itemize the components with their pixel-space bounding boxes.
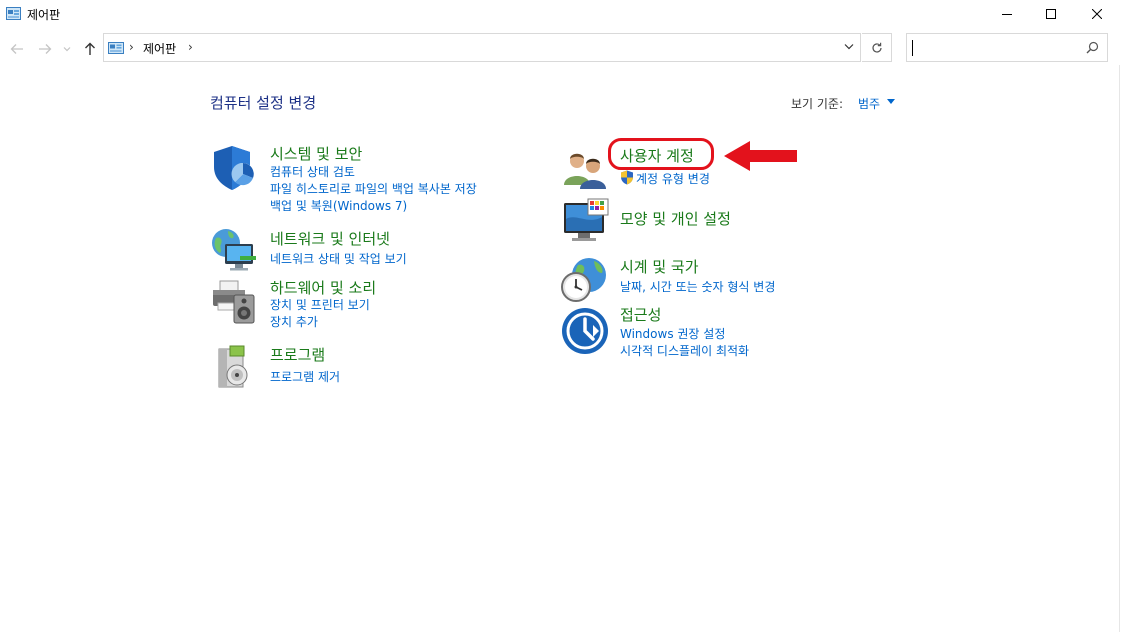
link-change-date-time-number-formats[interactable]: 날짜, 시간 또는 숫자 형식 변경 xyxy=(620,278,775,295)
annotation-highlight-ring xyxy=(608,138,714,170)
arrow-up-icon xyxy=(85,42,95,55)
control-panel-icon xyxy=(6,7,21,20)
page-title: 컴퓨터 설정 변경 xyxy=(210,94,317,112)
printer-speaker-icon[interactable] xyxy=(210,277,260,327)
link-file-history-backup[interactable]: 파일 히스토리로 파일의 백업 복사본 저장 xyxy=(270,180,477,197)
text-caret xyxy=(912,40,913,56)
link-uninstall-program[interactable]: 프로그램 제거 xyxy=(270,368,340,385)
window-edge xyxy=(1119,65,1120,632)
address-bar[interactable]: › 제어판 › xyxy=(103,33,861,62)
link-optimize-visual-display[interactable]: 시각적 디스플레이 최적화 xyxy=(620,342,749,359)
arrow-right-icon xyxy=(39,44,52,54)
category-programs[interactable]: 프로그램 xyxy=(270,344,325,365)
refresh-icon xyxy=(871,42,882,53)
link-add-device[interactable]: 장치 추가 xyxy=(270,313,318,330)
maximize-button[interactable] xyxy=(1028,0,1074,28)
minimize-icon xyxy=(1002,14,1012,15)
annotation-arrow-icon xyxy=(724,141,797,171)
link-review-computer-status[interactable]: 컴퓨터 상태 검토 xyxy=(270,163,355,180)
network-globe-icon[interactable] xyxy=(210,226,260,276)
uac-shield-icon xyxy=(621,170,633,185)
chevron-down-icon[interactable] xyxy=(844,43,854,50)
monitor-palette-icon[interactable] xyxy=(560,197,610,247)
view-by-dropdown[interactable]: 범주 xyxy=(858,95,880,112)
recent-locations-button[interactable] xyxy=(60,40,74,58)
back-button[interactable] xyxy=(8,40,26,58)
close-button[interactable] xyxy=(1074,0,1120,28)
view-by-label: 보기 기준: xyxy=(791,97,844,111)
forward-button[interactable] xyxy=(36,40,54,58)
up-button[interactable] xyxy=(81,40,99,58)
category-network-internet[interactable]: 네트워크 및 인터넷 xyxy=(270,228,390,249)
title-bar: 제어판 xyxy=(0,0,1122,28)
search-icon[interactable] xyxy=(1086,41,1099,54)
navigation-bar: › 제어판 › xyxy=(0,33,1122,65)
chevron-down-icon xyxy=(63,47,71,52)
link-change-account-type[interactable]: 계정 유형 변경 xyxy=(636,170,710,187)
chevron-right-icon[interactable]: › xyxy=(188,40,193,54)
link-backup-restore-win7[interactable]: 백업 및 복원(Windows 7) xyxy=(270,197,407,214)
program-box-icon[interactable] xyxy=(210,343,260,393)
shield-icon[interactable] xyxy=(210,143,260,193)
user-accounts-icon[interactable] xyxy=(560,145,610,195)
window-title: 제어판 xyxy=(27,8,61,22)
minimize-button[interactable] xyxy=(984,0,1030,28)
link-network-status-tasks[interactable]: 네트워크 상태 및 작업 보기 xyxy=(270,250,407,267)
arrow-left-icon xyxy=(10,44,23,54)
link-windows-recommended-settings[interactable]: Windows 권장 설정 xyxy=(620,325,725,342)
clock-globe-icon[interactable] xyxy=(560,255,610,305)
accessibility-icon[interactable] xyxy=(560,306,610,356)
close-icon xyxy=(1092,9,1102,19)
refresh-button[interactable] xyxy=(862,33,892,62)
category-hardware-sound[interactable]: 하드웨어 및 소리 xyxy=(270,277,376,298)
category-appearance-personalization[interactable]: 모양 및 개인 설정 xyxy=(620,208,731,229)
category-clock-region[interactable]: 시계 및 국가 xyxy=(620,256,699,277)
category-system-security[interactable]: 시스템 및 보안 xyxy=(270,143,362,164)
category-ease-of-access[interactable]: 접근성 xyxy=(620,304,661,325)
maximize-icon xyxy=(1046,9,1056,19)
control-panel-icon xyxy=(108,42,124,54)
breadcrumb-control-panel[interactable]: 제어판 xyxy=(143,40,176,57)
link-devices-printers[interactable]: 장치 및 프린터 보기 xyxy=(270,296,370,313)
chevron-right-icon: › xyxy=(129,40,134,54)
caret-down-icon[interactable] xyxy=(887,99,895,104)
search-input[interactable] xyxy=(906,33,1108,62)
